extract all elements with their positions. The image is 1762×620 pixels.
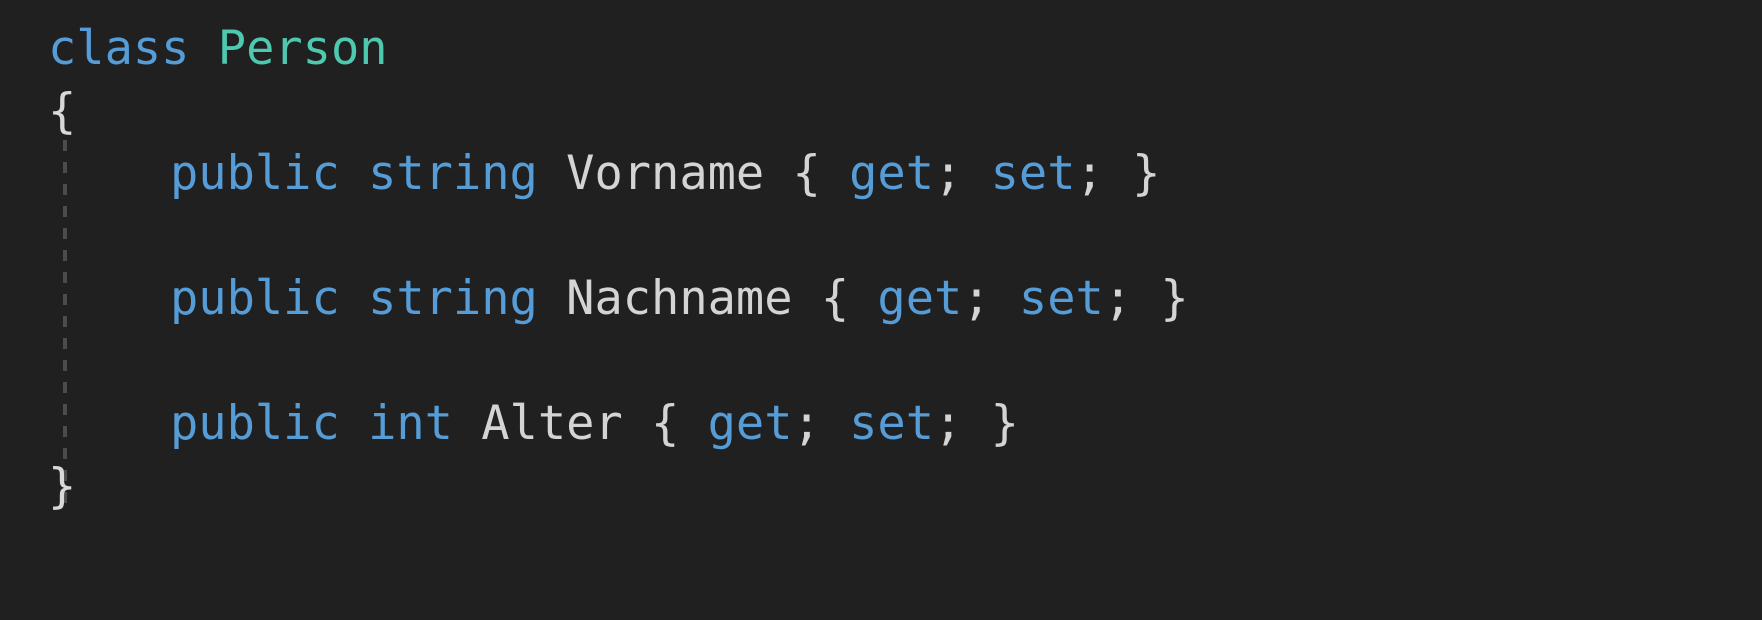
code-line[interactable]: public string Vorname { get; set; } [0, 143, 1762, 206]
code-editor[interactable]: class Person{public string Vorname { get… [0, 0, 1762, 620]
code-token-punctuation: { [651, 396, 680, 451]
code-token-keyword: get [849, 146, 935, 201]
code-line[interactable]: { [0, 81, 1762, 144]
code-token-identifier: Alter [481, 396, 623, 451]
code-token-identifier: Nachname [566, 271, 793, 326]
code-line[interactable]: } [0, 456, 1762, 519]
code-token-punctuation: ; [1075, 146, 1104, 201]
code-line[interactable]: public string Nachname { get; set; } [0, 268, 1762, 331]
code-line[interactable]: public int Alter { get; set; } [0, 393, 1762, 456]
code-line[interactable] [0, 206, 1762, 269]
code-token-keyword: string [368, 146, 538, 201]
code-token-keyword: set [990, 146, 1076, 201]
code-line[interactable] [0, 331, 1762, 394]
code-token-punctuation: { [820, 271, 850, 326]
code-line[interactable]: class Person [0, 18, 1762, 81]
code-token-punctuation: ; [962, 271, 991, 326]
code-token-keyword: get [707, 396, 793, 451]
code-token-class_name: Person [217, 21, 388, 76]
code-block[interactable]: class Person{public string Vorname { get… [0, 18, 1762, 518]
code-token-keyword: string [368, 271, 538, 326]
code-token-keyword: set [1018, 271, 1104, 326]
code-token-punctuation: ; [934, 396, 963, 451]
code-token-brace: } [48, 458, 77, 514]
code-token-identifier: Vorname [566, 146, 765, 201]
code-token-punctuation: } [990, 396, 1019, 451]
code-token-keyword: int [368, 396, 453, 451]
code-token-punctuation: ; [1103, 271, 1133, 326]
code-token-keyword: public [170, 146, 340, 201]
code-token-punctuation: ; [934, 146, 963, 201]
code-token-brace: { [48, 83, 77, 139]
code-token-keyword: class [48, 21, 190, 76]
code-token-keyword: set [849, 396, 935, 451]
code-token-keyword: public [170, 396, 340, 451]
code-token-punctuation: { [792, 146, 821, 201]
code-token-keyword: get [877, 271, 963, 326]
code-token-punctuation: } [1160, 271, 1189, 326]
code-token-punctuation: ; [792, 396, 821, 451]
code-token-keyword: public [170, 271, 340, 326]
code-token-punctuation: } [1132, 146, 1161, 201]
